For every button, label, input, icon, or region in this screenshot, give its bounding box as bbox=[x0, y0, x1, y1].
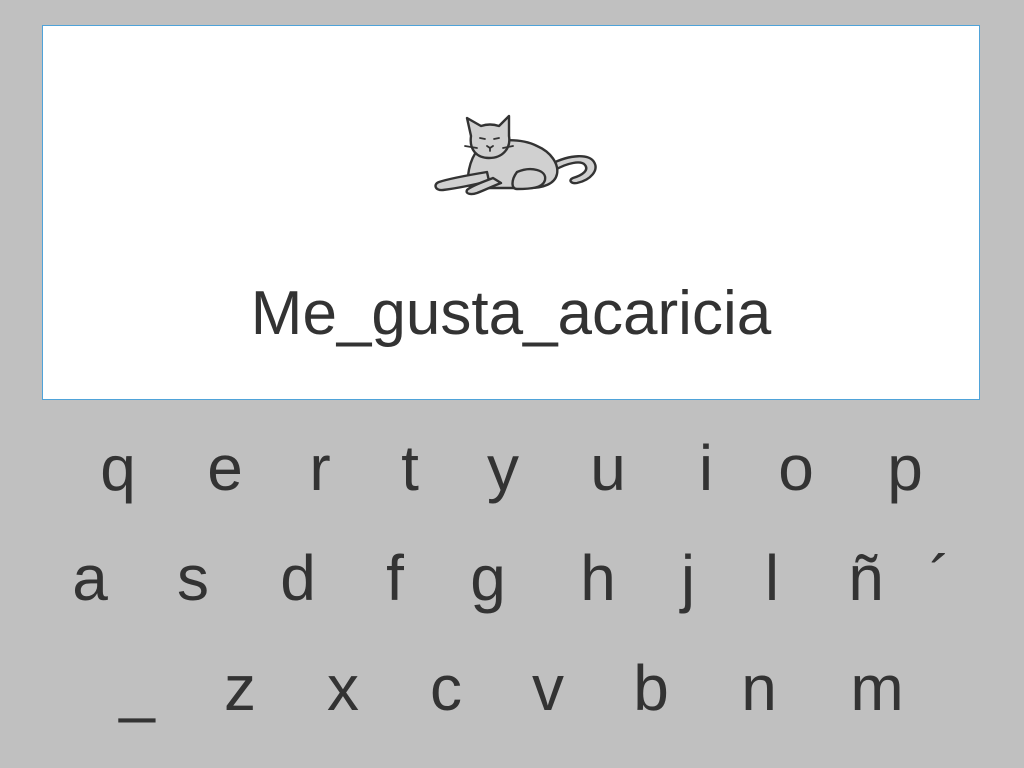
key-accent[interactable]: ´ bbox=[900, 538, 980, 618]
key-u[interactable]: u bbox=[568, 428, 648, 508]
key-m[interactable]: m bbox=[837, 648, 917, 728]
key-j[interactable]: j bbox=[648, 538, 728, 618]
cat-icon bbox=[434, 114, 597, 196]
key-v[interactable]: v bbox=[508, 648, 588, 728]
key-a[interactable]: a bbox=[50, 538, 130, 618]
key-o[interactable]: o bbox=[756, 428, 836, 508]
key-p[interactable]: p bbox=[865, 428, 945, 508]
key-l[interactable]: l bbox=[732, 538, 812, 618]
key-i[interactable]: i bbox=[666, 428, 746, 508]
key-x[interactable]: x bbox=[303, 648, 383, 728]
key-t[interactable]: t bbox=[370, 428, 450, 508]
key-ñ[interactable]: ñ bbox=[826, 538, 906, 618]
key-s[interactable]: s bbox=[153, 538, 233, 618]
key-underscore[interactable]: _ bbox=[97, 648, 177, 728]
key-n[interactable]: n bbox=[719, 648, 799, 728]
key-h[interactable]: h bbox=[558, 538, 638, 618]
key-e[interactable]: e bbox=[185, 428, 265, 508]
key-f[interactable]: f bbox=[355, 538, 435, 618]
key-y[interactable]: y bbox=[463, 428, 543, 508]
key-b[interactable]: b bbox=[611, 648, 691, 728]
key-z[interactable]: z bbox=[200, 648, 280, 728]
typed-sentence: Me_gusta_acaricia bbox=[250, 279, 772, 348]
key-c[interactable]: c bbox=[406, 648, 486, 728]
key-q[interactable]: q bbox=[78, 428, 158, 508]
key-g[interactable]: g bbox=[448, 538, 528, 618]
key-r[interactable]: r bbox=[280, 428, 360, 508]
text-display-panel: Me_gusta_acaricia bbox=[42, 25, 980, 400]
key-d[interactable]: d bbox=[258, 538, 338, 618]
